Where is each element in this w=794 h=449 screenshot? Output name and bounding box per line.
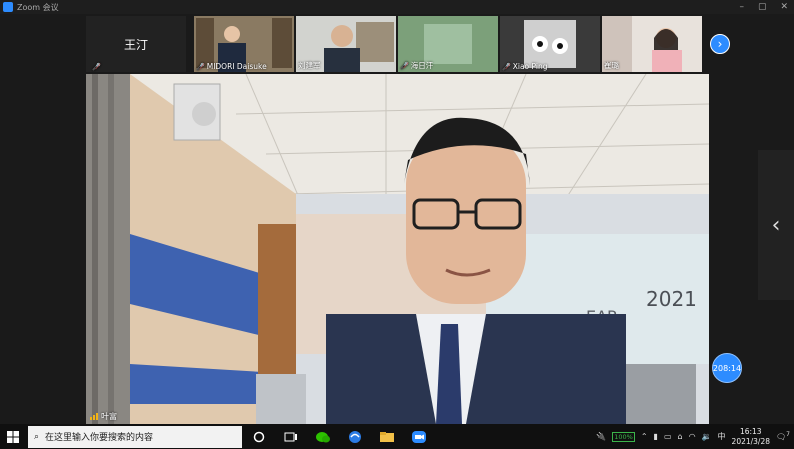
collapse-panel-button[interactable]: ‹ xyxy=(758,150,794,300)
windows-logo-icon xyxy=(7,430,19,443)
wechat-icon[interactable] xyxy=(312,424,334,449)
clock-time: 16:13 xyxy=(739,426,762,436)
tray-badge[interactable]: 100% xyxy=(612,431,635,442)
mic-muted-icon: 🎤̸ xyxy=(502,62,511,71)
battery-icon[interactable]: ▮ xyxy=(654,432,658,441)
signal-strength-icon xyxy=(90,413,98,420)
participant-thumbnail[interactable]: 崔璐 xyxy=(602,16,702,72)
clock[interactable]: 16:13 2021/3/28 xyxy=(732,427,770,447)
participant-name: 崔璐 xyxy=(604,61,619,70)
close-icon[interactable]: ✕ xyxy=(780,2,788,12)
search-icon: ⌕ xyxy=(34,431,40,442)
browser-icon[interactable] xyxy=(344,424,366,449)
participant-thumbnail[interactable]: 🎤̸ MIDORI Daisuke xyxy=(194,16,294,72)
volume-icon[interactable]: 🔉 xyxy=(702,432,712,441)
participant-thumbnail[interactable]: 王汀 🎤̸ xyxy=(86,16,186,72)
chevron-up-icon[interactable]: ⌃ xyxy=(641,432,648,441)
usb-icon[interactable]: 🔌 xyxy=(596,432,606,441)
participant-thumbnail[interactable]: 🎤̸ Xiao Ping xyxy=(500,16,600,72)
participant-name: MIDORI Daisuke xyxy=(206,62,267,71)
participant-thumbnail[interactable]: 🎤̸ 海日汗 xyxy=(398,16,498,72)
zoom-logo-icon xyxy=(3,2,13,12)
svg-text:2021: 2021 xyxy=(646,287,697,311)
next-page-button[interactable]: › xyxy=(710,34,730,54)
mic-muted-icon: 🎤̸ xyxy=(92,63,101,71)
participant-thumbnail[interactable]: 刘建军 xyxy=(296,16,396,72)
participant-name: 刘建军 xyxy=(298,61,321,70)
monitor-icon[interactable]: ▭ xyxy=(664,432,672,441)
participant-strip: 王汀 🎤̸ 🎤̸ MIDORI Daisuke 刘建军 🎤̸ 海日汗 🎤̸ Xi… xyxy=(0,14,794,74)
meeting-timer-text: 208:14 xyxy=(712,363,742,373)
participant-name: Xiao Ping xyxy=(512,62,548,71)
file-explorer-icon[interactable] xyxy=(376,424,398,449)
notification-count: 7 xyxy=(786,431,790,439)
speaker-name: 叶富 xyxy=(101,412,117,421)
speaker-name-label: 叶富 xyxy=(90,411,117,422)
window-titlebar: Zoom 会议 – ▢ ✕ xyxy=(0,0,794,14)
wifi-icon[interactable]: ◠ xyxy=(689,432,696,441)
network-icon[interactable]: ⌂ xyxy=(678,432,683,441)
video-feed: 2021 EAR xyxy=(86,74,709,424)
search-placeholder: 在这里输入你要搜索的内容 xyxy=(45,433,154,443)
mic-muted-icon: 🎤̸ xyxy=(400,61,409,70)
notification-icon[interactable]: 🗨7 xyxy=(776,431,790,442)
active-speaker-video: 2021 EAR 叶富 xyxy=(86,74,709,424)
window-controls: – ▢ ✕ xyxy=(739,0,788,14)
system-tray: 🔌 100% ⌃ ▮ ▭ ⌂ ◠ 🔉 中 16:13 2021/3/28 🗨7 xyxy=(596,424,794,449)
start-button[interactable] xyxy=(0,424,26,449)
clock-date: 2021/3/28 xyxy=(731,436,771,446)
taskbar-search-box[interactable]: ⌕ 在这里输入你要搜索的内容 xyxy=(28,425,242,448)
window-title: Zoom 会议 xyxy=(17,2,59,12)
windows-taskbar: ⌕ 在这里输入你要搜索的内容 🔌 100% ⌃ ▮ ▭ ⌂ ◠ 🔉 中 16:1… xyxy=(0,424,794,449)
mic-muted-icon: 🎤̸ xyxy=(196,62,205,71)
participant-display-name: 王汀 xyxy=(123,37,148,52)
participant-name: 海日汗 xyxy=(410,61,434,70)
chevron-right-icon: › xyxy=(717,37,723,51)
meeting-timer: 208:14 xyxy=(712,353,742,383)
task-view-icon[interactable] xyxy=(280,424,302,449)
maximize-icon[interactable]: ▢ xyxy=(758,2,767,12)
ime-indicator[interactable]: 中 xyxy=(718,431,726,442)
chevron-left-icon: ‹ xyxy=(771,212,781,238)
cortana-icon[interactable] xyxy=(248,424,270,449)
minimize-icon[interactable]: – xyxy=(739,2,744,12)
zoom-app-icon[interactable] xyxy=(408,424,430,449)
